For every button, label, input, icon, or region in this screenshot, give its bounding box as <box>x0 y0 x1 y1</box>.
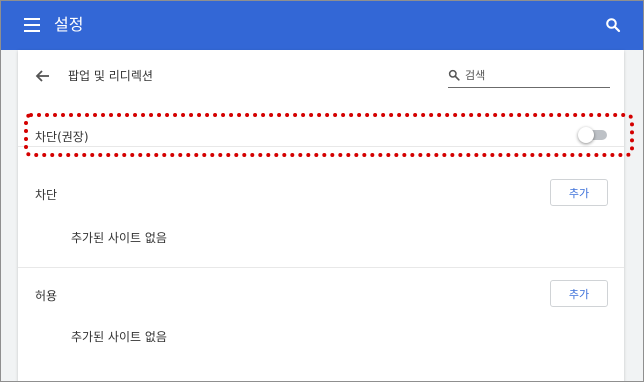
back-arrow-icon[interactable] <box>35 68 51 84</box>
settings-window: 설정 팝업 및 리디렉션 차단(권장) 차단 추가 추가된 사이트 없음 허용 … <box>0 0 644 382</box>
blocked-recommended-label: 차단(권장) <box>35 130 89 144</box>
block-section-label: 차단 <box>35 188 58 202</box>
menu-icon[interactable] <box>24 18 40 32</box>
block-empty-text: 추가된 사이트 없음 <box>71 231 167 245</box>
search-field[interactable] <box>448 65 610 88</box>
allow-section-label: 허용 <box>35 289 58 303</box>
search-icon <box>448 69 460 81</box>
top-app-bar: 설정 <box>1 1 643 50</box>
subpage-title: 팝업 및 리디렉션 <box>68 69 153 83</box>
allow-empty-text: 추가된 사이트 없음 <box>71 330 167 344</box>
page-title: 설정 <box>54 15 84 34</box>
search-icon[interactable] <box>605 17 621 33</box>
toggle-knob <box>578 127 594 143</box>
blocked-recommended-toggle[interactable] <box>578 127 608 143</box>
divider <box>18 267 624 268</box>
block-add-button[interactable]: 추가 <box>550 179 608 206</box>
highlight-box <box>24 113 634 157</box>
search-input[interactable] <box>465 65 608 85</box>
allow-add-button[interactable]: 추가 <box>550 280 608 307</box>
